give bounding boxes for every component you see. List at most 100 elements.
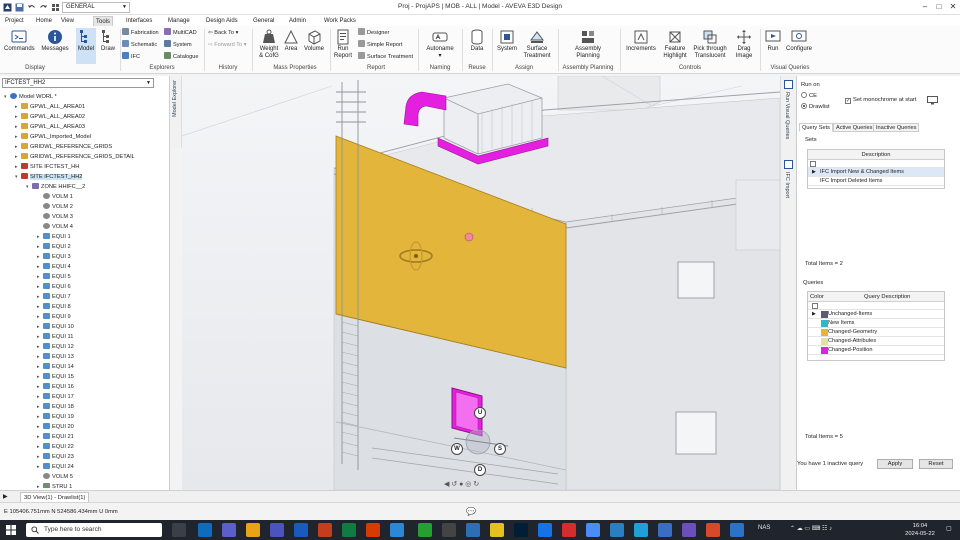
tree-item[interactable]: ▸ EQUI 8 <box>0 302 168 312</box>
query-row[interactable]: Changed-Attributes <box>808 337 944 346</box>
system-assign-button[interactable]: System <box>496 28 518 53</box>
grid-icon[interactable] <box>51 3 60 12</box>
notifications-icon[interactable]: ▢ <box>946 525 952 532</box>
forward-to-button[interactable]: ⇨ Forward To ▾ <box>208 40 247 50</box>
select-all-checkbox[interactable] <box>810 161 816 167</box>
taskbar-search-input[interactable]: Type here to search <box>26 523 162 537</box>
tree-item[interactable]: ▸ EQUI 2 <box>0 242 168 252</box>
tab-run-visual-queries[interactable]: Run Visual Queries <box>784 92 790 139</box>
increments-button[interactable]: Increments <box>624 28 658 53</box>
query-color-swatch[interactable] <box>821 347 828 354</box>
explorer-side-tab[interactable]: Model Explorer <box>170 76 182 148</box>
messages-button[interactable]: Messages <box>40 28 70 53</box>
query-set-row[interactable]: ▶ IFC Import New & Changed Items <box>808 168 944 177</box>
commands-button[interactable]: Commands <box>4 28 35 53</box>
minimize-icon[interactable]: – <box>918 1 932 13</box>
tab-manage[interactable]: Manage <box>166 16 192 26</box>
simple-report-button[interactable]: Simple Report <box>358 40 402 50</box>
area-button[interactable]: Area <box>282 28 300 53</box>
run-report-button[interactable]: Run Report <box>332 28 354 60</box>
select-all-queries-checkbox[interactable] <box>812 303 818 309</box>
tree-item[interactable]: VOLM 4 <box>0 222 168 232</box>
draw-button[interactable]: Draw <box>98 28 118 53</box>
file-explorer-icon[interactable] <box>246 523 260 537</box>
gizmo-up-label[interactable]: U <box>474 407 486 419</box>
app-blue-icon[interactable] <box>466 523 480 537</box>
query-set-row[interactable]: IFC Import Deleted Items <box>808 177 944 186</box>
tree-item[interactable]: ▸ EQUI 18 <box>0 402 168 412</box>
3d-viewport[interactable]: U W S D ◀ ↺ ● ◎ ↻ <box>182 76 780 490</box>
explorer-filter-select[interactable]: IFCTEST_HH2 ▼ <box>2 78 154 88</box>
maximize-icon[interactable]: □ <box>932 1 946 13</box>
tree-item[interactable]: ▸ GPWL_Imported_Model <box>0 132 168 142</box>
sticky-notes-icon[interactable] <box>490 523 504 537</box>
set-monochrome-checkbox[interactable]: ✓ Set monochrome at start <box>845 97 916 104</box>
office-icon[interactable] <box>366 523 380 537</box>
tree-item[interactable]: ▸ GPWL_ALL_AREA03 <box>0 122 168 132</box>
app-nasa-icon[interactable] <box>442 523 456 537</box>
tree-item[interactable]: ▸ EQUI 15 <box>0 372 168 382</box>
tree-item[interactable]: ▸ EQUI 9 <box>0 312 168 322</box>
query-row[interactable]: Changed-Position <box>808 346 944 355</box>
app-green-icon[interactable] <box>418 523 432 537</box>
tree-item[interactable]: ▸ GRIDWL_REFERENCE_GRIDS <box>0 142 168 152</box>
feature-highlight-button[interactable]: Feature Highlight <box>660 28 690 60</box>
tree-item[interactable]: ▸ GRIDWL_REFERENCE_GRIDS_DETAIL <box>0 152 168 162</box>
redo-icon[interactable] <box>39 3 48 12</box>
sets-header-checkbox-row[interactable] <box>808 160 944 168</box>
query-color-swatch[interactable] <box>821 329 828 336</box>
gizmo-down-label[interactable]: D <box>474 464 486 476</box>
app-purple-icon[interactable] <box>682 523 696 537</box>
tree-item[interactable]: ▸ EQUI 22 <box>0 442 168 452</box>
tab-design-aids[interactable]: Design Aids <box>204 16 240 26</box>
tree-item[interactable]: ▸ EQUI 12 <box>0 342 168 352</box>
tab-view[interactable]: View <box>59 16 76 26</box>
tab-query-sets[interactable]: Query Sets <box>799 123 833 132</box>
catalogue-button[interactable]: Catalogue <box>164 52 199 62</box>
tree-item[interactable]: ▸ EQUI 1 <box>0 232 168 242</box>
tree-item[interactable]: ▸ EQUI 13 <box>0 352 168 362</box>
tree-item[interactable]: ▸ EQUI 17 <box>0 392 168 402</box>
query-row[interactable]: ▶ Unchanged-Items <box>808 310 944 319</box>
tab-inactive-queries[interactable]: Inactive Queries <box>873 123 920 132</box>
app-settings-icon[interactable] <box>730 523 744 537</box>
chat-icon[interactable]: 💬 <box>466 507 476 516</box>
aveva-icon[interactable] <box>658 523 672 537</box>
tree-item[interactable]: ▸ EQUI 16 <box>0 382 168 392</box>
tree-item[interactable]: ▾ SITE IFCTEST_HH2 <box>0 172 168 182</box>
tree-item[interactable]: ▸ SITE IFCTEST_HH <box>0 162 168 172</box>
tray-app-label[interactable]: NAS <box>758 525 770 531</box>
tab-ifc-import[interactable]: IFC Import <box>784 172 790 198</box>
tree-item[interactable]: VOLM 3 <box>0 212 168 222</box>
tree-item[interactable]: ▸ EQUI 6 <box>0 282 168 292</box>
edge-icon[interactable] <box>634 523 648 537</box>
volume-button[interactable]: Volume <box>302 28 326 53</box>
schematic-button[interactable]: Schematic <box>122 40 157 50</box>
gizmo-west-label[interactable]: W <box>451 443 463 455</box>
tree-item[interactable]: ▸ EQUI 24 <box>0 462 168 472</box>
teams-icon[interactable] <box>222 523 236 537</box>
drag-image-button[interactable]: Drag Image <box>732 28 756 60</box>
tree-item[interactable]: ▸ STRU 1 <box>0 482 168 488</box>
query-row[interactable]: New Items <box>808 319 944 328</box>
tree-item[interactable]: ▾ Model WORL * <box>0 92 168 102</box>
designer-button[interactable]: Designer <box>358 28 389 38</box>
tab-work-packs[interactable]: Work Packs <box>322 16 358 26</box>
tree-item[interactable]: ▸ EQUI 10 <box>0 322 168 332</box>
task-view-icon[interactable] <box>172 523 186 537</box>
ifc-button[interactable]: IFC <box>122 52 140 62</box>
query-color-swatch[interactable] <box>821 311 828 318</box>
undo-icon[interactable] <box>27 3 36 12</box>
query-color-swatch[interactable] <box>821 320 828 327</box>
tree-item[interactable]: VOLM 1 <box>0 192 168 202</box>
multicad-button[interactable]: MultiCAD <box>164 28 197 38</box>
calculator-icon[interactable] <box>610 523 624 537</box>
back-to-button[interactable]: ⇦ Back To ▾ <box>208 28 238 38</box>
tree-item[interactable]: ▸ EQUI 14 <box>0 362 168 372</box>
run-visual-queries-button[interactable]: Run <box>764 28 782 53</box>
fabrication-button[interactable]: Fabrication <box>122 28 159 38</box>
ce-radio[interactable]: CE <box>801 92 817 99</box>
autoname-button[interactable]: Autoname ▾ <box>422 28 458 60</box>
tree-item[interactable]: VOLM 2 <box>0 202 168 212</box>
tree-item[interactable]: ▸ EQUI 23 <box>0 452 168 462</box>
